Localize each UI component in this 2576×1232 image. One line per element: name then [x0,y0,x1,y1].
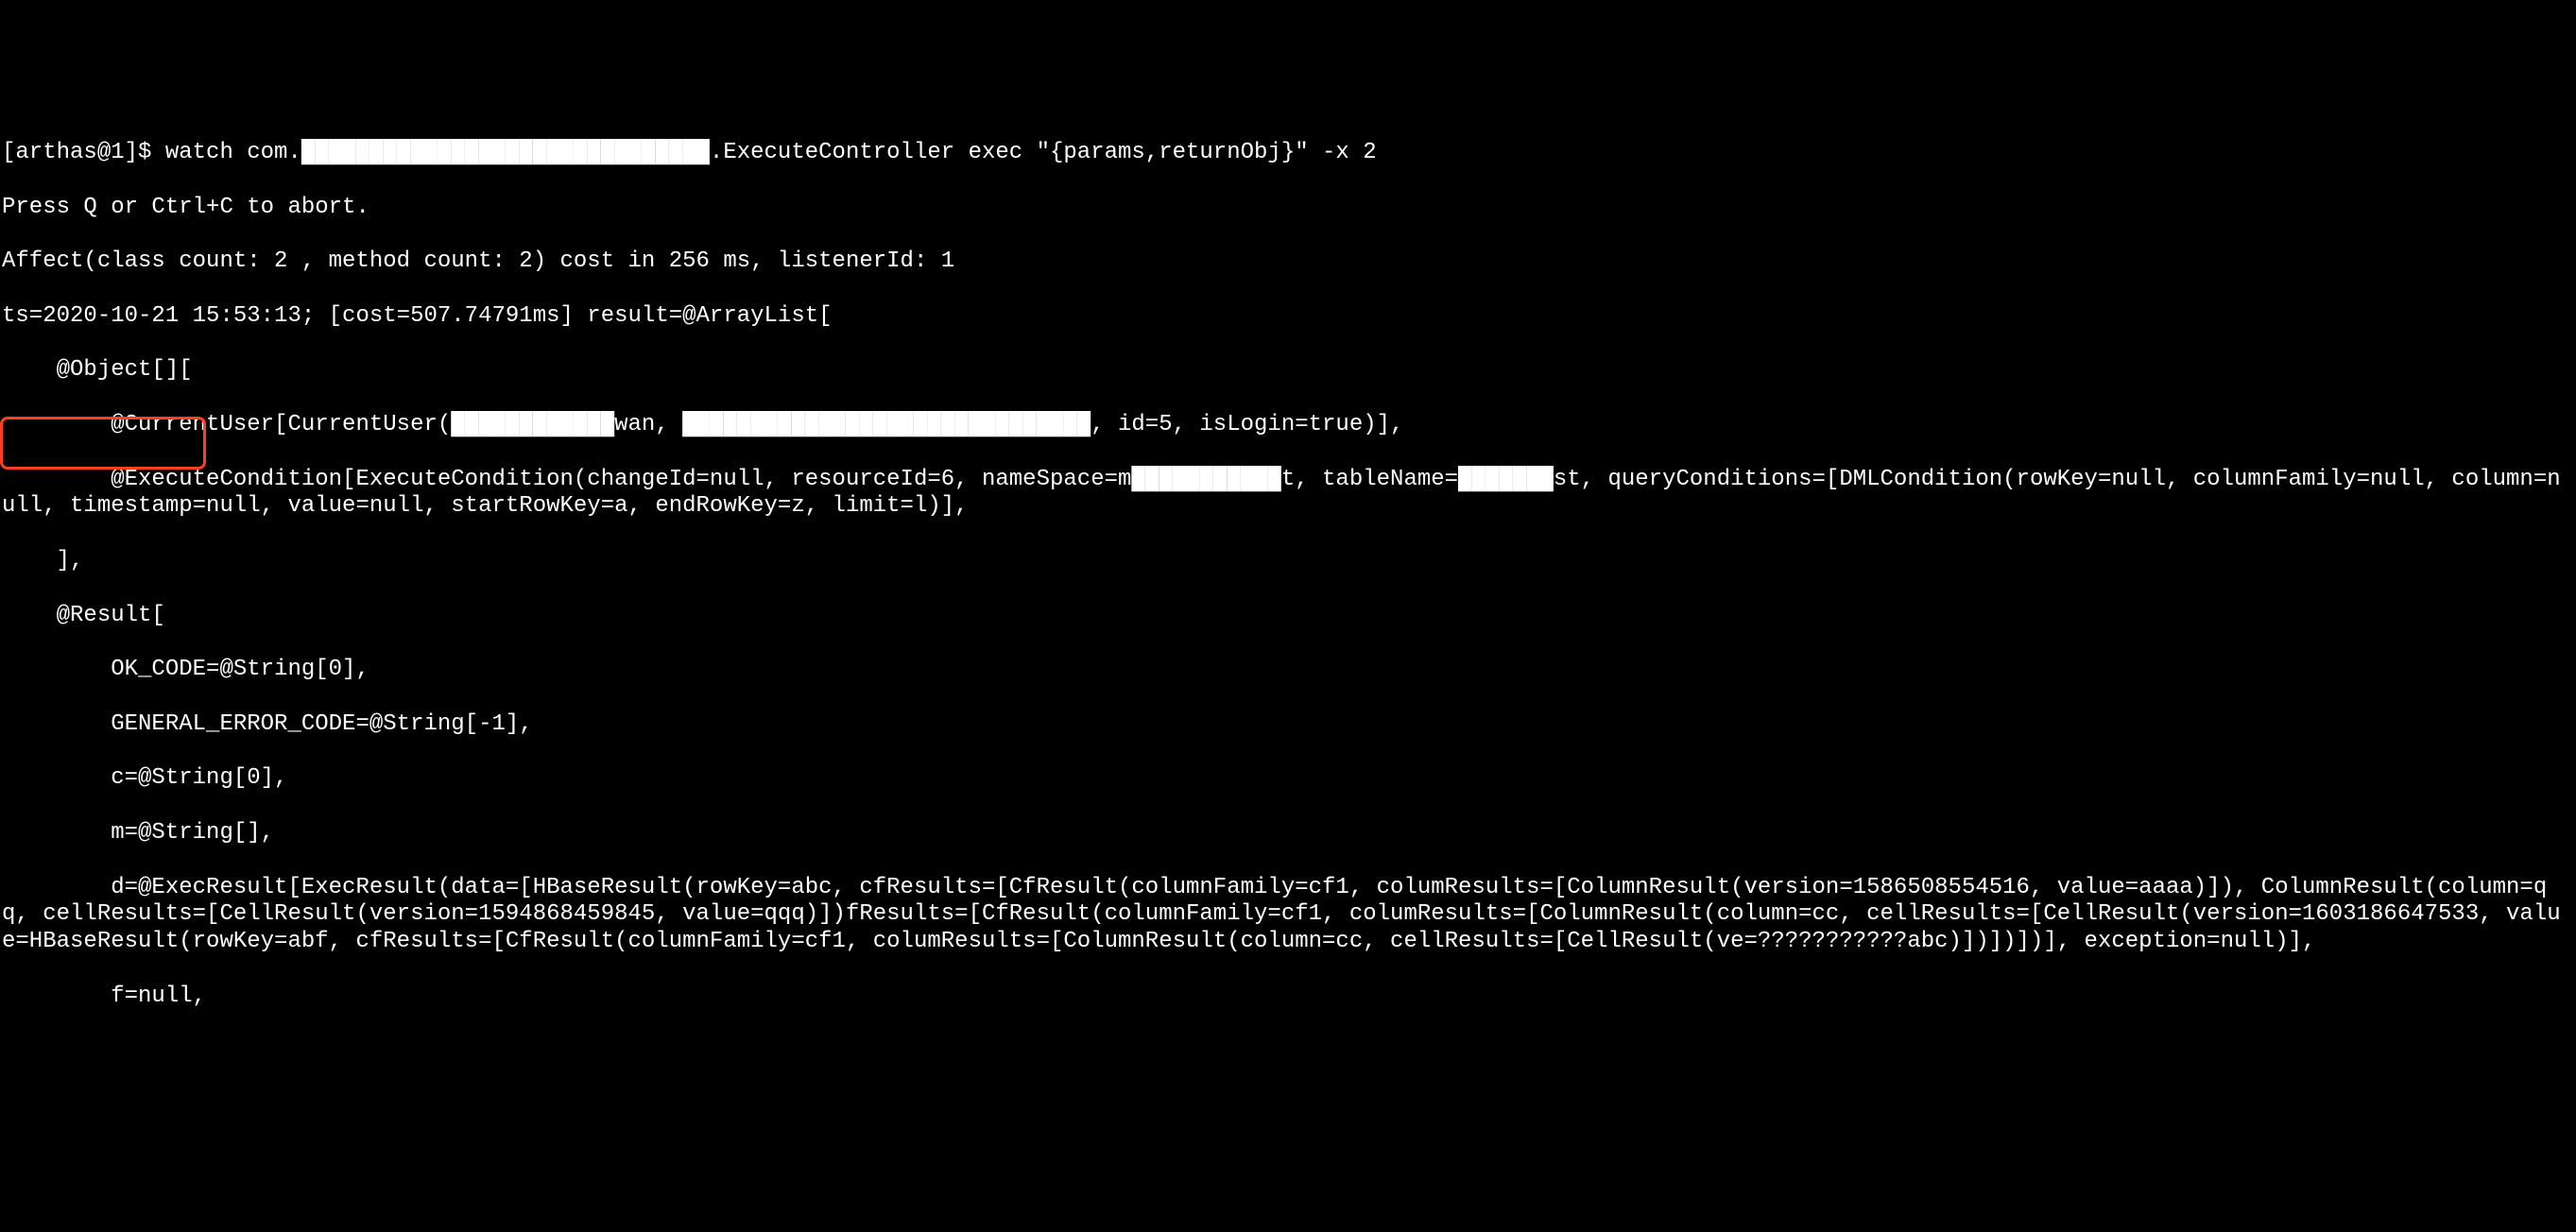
f-null-line: f=null, [2,984,2574,1011]
affect-line: Affect(class count: 2 , method count: 2)… [2,248,2574,276]
error-code-line: GENERAL_ERROR_CODE=@String[-1], [2,711,2574,739]
terminal-output: [arthas@1]$ watch com.██████████████████… [2,112,2574,1037]
object-close: ], [2,548,2574,575]
ok-code-line: OK_CODE=@String[0], [2,657,2574,684]
m-line: m=@String[], [2,820,2574,847]
prompt-line: [arthas@1]$ watch com.██████████████████… [2,140,2574,167]
c-line: c=@String[0], [2,765,2574,793]
current-user-line: @CurrentUser[CurrentUser(████████████wan… [2,412,2574,439]
ts-line: ts=2020-10-21 15:53:13; [cost=507.74791m… [2,303,2574,331]
exec-result-line: d=@ExecResult[ExecResult(data=[HBaseResu… [2,875,2574,956]
execute-condition-line: @ExecuteCondition[ExecuteCondition(chang… [2,467,2574,522]
object-open: @Object[][ [2,357,2574,385]
result-open: @Result[ [2,603,2574,630]
abort-hint: Press Q or Ctrl+C to abort. [2,195,2574,222]
